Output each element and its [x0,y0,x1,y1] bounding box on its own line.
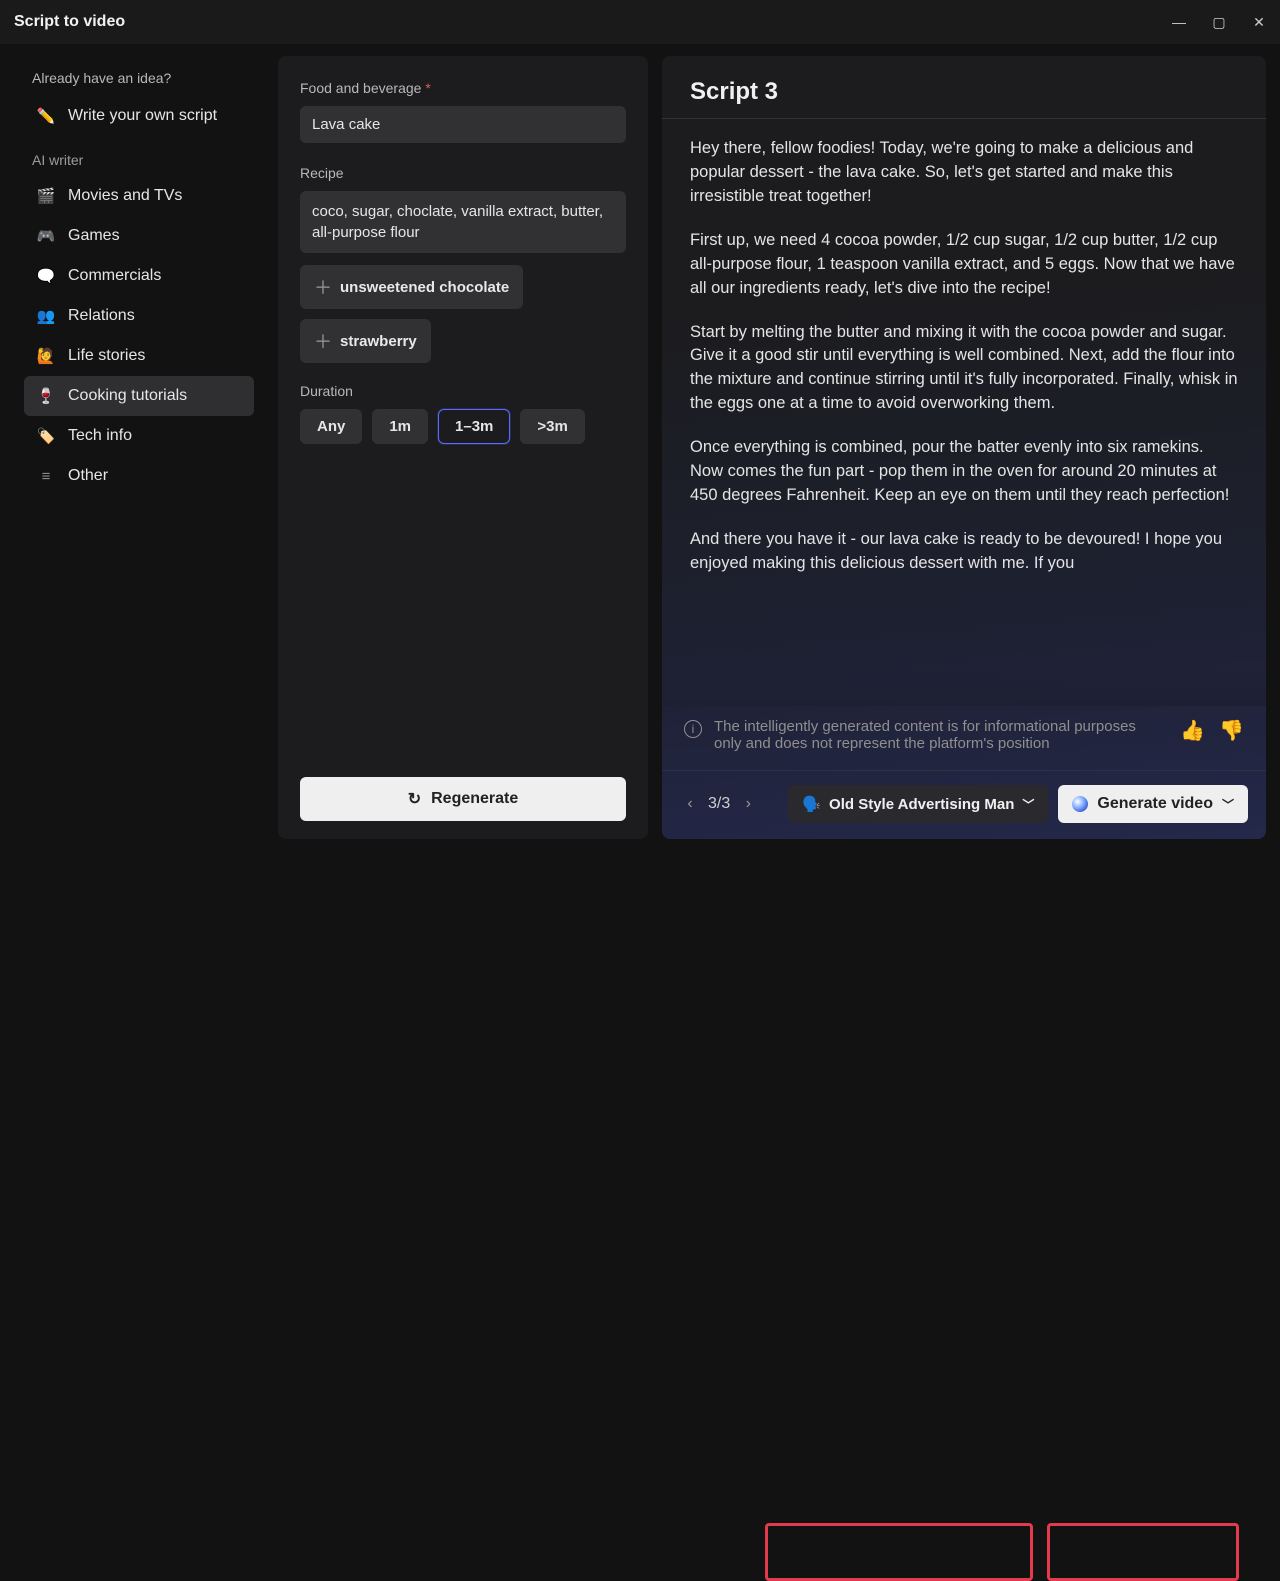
sidebar: Already have an idea? ✏️ Write your own … [14,56,264,839]
script-paragraph: Start by melting the butter and mixing i… [690,321,1238,417]
sidebar-item-label: Other [68,467,108,485]
category-icon: ≡ [36,466,56,486]
thumbs-up-icon[interactable]: 👍 [1180,718,1205,743]
script-paragraph: And there you have it - our lava cake is… [690,528,1238,576]
category-icon: 🎬 [36,186,56,206]
sidebar-item-label: Relations [68,307,135,325]
sidebar-item-label: Life stories [68,347,145,365]
titlebar: Script to video — ▢ ✕ [0,0,1280,44]
pencil-icon: ✏️ [36,106,56,126]
thumbs-down-icon[interactable]: 👎 [1219,718,1244,743]
sidebar-item-label: Movies and TVs [68,187,182,205]
disclaimer-text: The intelligently generated content is f… [714,718,1144,752]
prev-page-icon[interactable]: ‹ [680,795,700,813]
sidebar-item-label: Cooking tutorials [68,387,187,405]
sidebar-item-games[interactable]: 🎮 Games [24,216,254,256]
fade-overlay [662,666,1266,706]
voice-label: Old Style Advertising Man [829,796,1014,813]
highlight-box [1047,1523,1239,1581]
category-icon: 🗨️ [36,266,56,286]
recipe-chips: ＋unsweetened chocolate ＋strawberry [300,265,626,363]
script-paragraph: Hey there, fellow foodies! Today, we're … [690,137,1238,209]
duration-1–3m[interactable]: 1–3m [438,409,510,444]
duration-label: Duration [300,383,626,399]
sidebar-item-other[interactable]: ≡ Other [24,456,254,496]
chevron-down-icon: ﹀ [1022,796,1034,813]
category-icon: 🏷️ [36,426,56,446]
duration-1m[interactable]: 1m [372,409,428,444]
idea-heading: Already have an idea? [32,70,246,86]
category-icon: 👥 [36,306,56,326]
sidebar-item-label: Tech info [68,427,132,445]
window-controls: — ▢ ✕ [1172,14,1266,31]
info-icon: i [684,720,702,738]
category-icon: 🎮 [36,226,56,246]
recipe-input[interactable]: coco, sugar, choclate, vanilla extract, … [300,191,626,253]
close-button[interactable]: ✕ [1252,14,1266,31]
duration->3m[interactable]: >3m [520,409,584,444]
generate-video-button[interactable]: Generate video ﹀ [1058,785,1248,823]
regenerate-button[interactable]: ↻ Regenerate [300,777,626,821]
highlight-box [765,1523,1033,1581]
chip-strawberry[interactable]: ＋strawberry [300,319,431,363]
food-label: Food and beverage * [300,80,626,96]
sidebar-item-life-stories[interactable]: 🙋 Life stories [24,336,254,376]
write-own-script[interactable]: ✏️ Write your own script [24,96,254,136]
chip-unsweetened-chocolate[interactable]: ＋unsweetened chocolate [300,265,523,309]
sidebar-item-cooking-tutorials[interactable]: 🍷 Cooking tutorials [24,376,254,416]
minimize-button[interactable]: — [1172,14,1186,31]
script-title: Script 3 [690,78,1238,106]
sidebar-item-relations[interactable]: 👥 Relations [24,296,254,336]
next-page-icon[interactable]: › [738,795,758,813]
food-input[interactable]: Lava cake [300,106,626,143]
sidebar-item-commercials[interactable]: 🗨️ Commercials [24,256,254,296]
category-icon: 🙋 [36,346,56,366]
footer-bar: ‹ 3/3 › 🗣️ Old Style Advertising Man ﹀ G… [662,771,1266,839]
write-own-label: Write your own script [68,107,217,125]
voice-select[interactable]: 🗣️ Old Style Advertising Man ﹀ [788,785,1048,823]
sidebar-item-label: Games [68,227,120,245]
disclaimer-row: i The intelligently generated content is… [662,706,1266,771]
script-header: Script 3 [662,56,1266,119]
orb-icon [1072,796,1088,812]
window-title: Script to video [14,13,125,31]
duration-Any[interactable]: Any [300,409,362,444]
recipe-label: Recipe [300,165,626,181]
duration-buttons: Any 1m 1–3m >3m [300,409,626,444]
voice-icon: 🗣️ [802,795,821,813]
maximize-button[interactable]: ▢ [1212,14,1226,31]
sidebar-item-movies-and-tvs[interactable]: 🎬 Movies and TVs [24,176,254,216]
category-icon: 🍷 [36,386,56,406]
generate-label: Generate video [1097,795,1213,813]
refresh-icon: ↻ [408,789,421,809]
script-body: Hey there, fellow foodies! Today, we're … [662,119,1266,706]
script-paragraph: First up, we need 4 cocoa powder, 1/2 cu… [690,229,1238,301]
form-panel: Food and beverage * Lava cake Recipe coc… [278,56,648,839]
script-panel: Script 3 Hey there, fellow foodies! Toda… [662,56,1266,839]
sidebar-item-tech-info[interactable]: 🏷️ Tech info [24,416,254,456]
plus-icon: ＋ [314,274,332,300]
script-paragraph: Once everything is combined, pour the ba… [690,436,1238,508]
ai-writer-heading: AI writer [32,152,246,168]
pager: ‹ 3/3 › [680,795,758,813]
sidebar-item-label: Commercials [68,267,161,285]
plus-icon: ＋ [314,328,332,354]
chevron-down-icon: ﹀ [1222,796,1234,813]
page-count: 3/3 [708,795,730,813]
